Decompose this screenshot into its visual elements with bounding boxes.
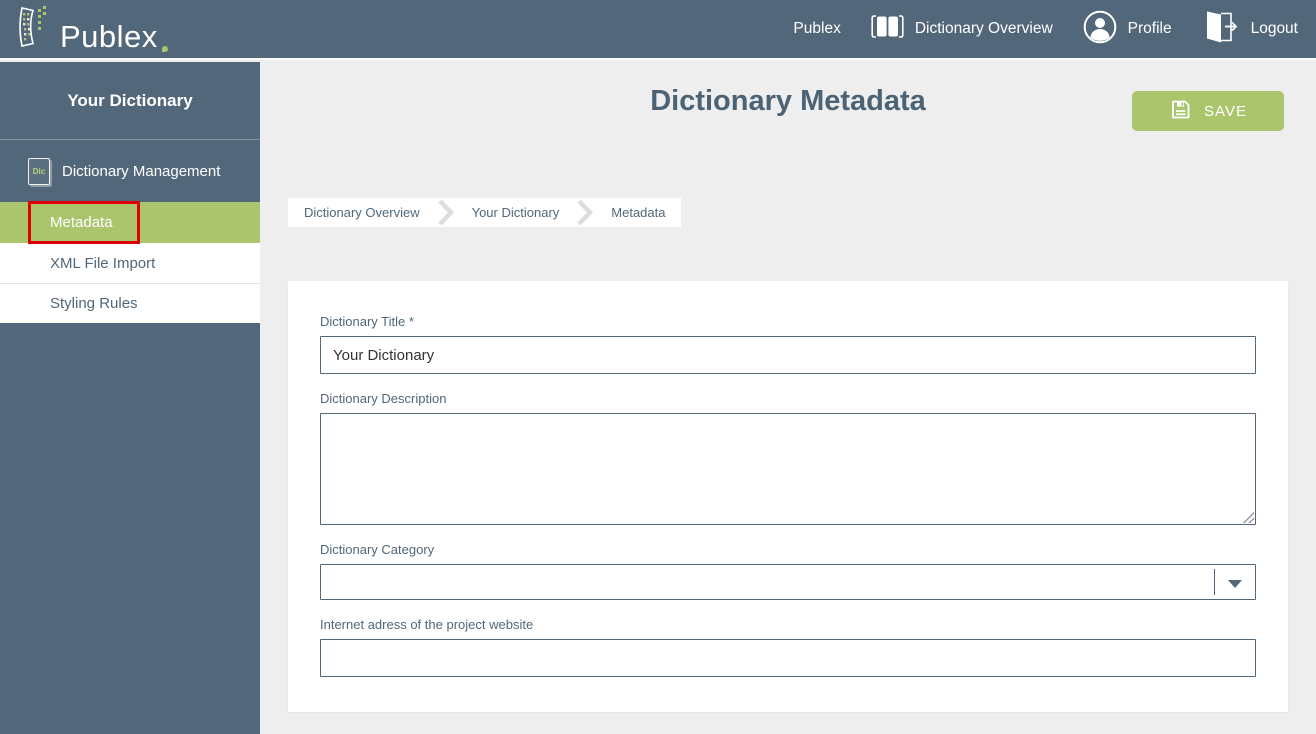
website-address-label: Internet adress of the project website — [320, 617, 1256, 632]
breadcrumb-chevron-icon — [575, 198, 595, 227]
navbar-links: Publex Dictionary Overview — [793, 10, 1302, 49]
save-button[interactable]: SAVE — [1132, 91, 1284, 131]
sidebar-xml-import-label: XML File Import — [50, 255, 155, 272]
dic-document-icon: Dic — [28, 158, 50, 185]
field-dictionary-category: Dictionary Category — [320, 542, 1256, 600]
breadcrumb-metadata[interactable]: Metadata — [595, 205, 681, 220]
nav-item-publex[interactable]: Publex — [793, 20, 840, 38]
logo-green-mark-icon — [162, 46, 168, 52]
dictionary-category-label: Dictionary Category — [320, 542, 1256, 557]
sidebar-item-styling-rules[interactable]: Styling Rules — [0, 283, 260, 323]
dictionary-title-label: Dictionary Title * — [320, 314, 1256, 329]
sidebar-item-xml-file-import[interactable]: XML File Import — [0, 243, 260, 283]
breadcrumb-dictionary-overview[interactable]: Dictionary Overview — [288, 205, 436, 220]
app-logo[interactable]: Publex — [14, 3, 168, 56]
open-book-icon — [871, 14, 904, 45]
sidebar-management-label: Dictionary Management — [62, 163, 220, 180]
nav-publex-label: Publex — [793, 20, 840, 38]
sidebar: Your Dictionary Dic Dictionary Managemen… — [0, 62, 260, 734]
publex-logo-icon — [14, 3, 56, 56]
profile-icon — [1083, 10, 1117, 49]
metadata-form-card: Dictionary Title * Dictionary Descriptio… — [288, 281, 1288, 712]
nav-item-profile[interactable]: Profile — [1083, 10, 1172, 49]
sidebar-dictionary-title: Your Dictionary — [0, 62, 260, 140]
breadcrumb-chevron-icon — [436, 198, 456, 227]
logo-text: Publex — [60, 21, 158, 56]
save-floppy-icon — [1169, 98, 1192, 125]
nav-profile-label: Profile — [1128, 20, 1172, 38]
select-divider — [1214, 569, 1215, 595]
sidebar-item-metadata[interactable]: Metadata — [0, 202, 260, 243]
dictionary-category-select[interactable] — [320, 564, 1256, 600]
nav-item-dictionary-overview[interactable]: Dictionary Overview — [871, 14, 1053, 45]
logout-icon — [1202, 10, 1240, 49]
website-address-input[interactable] — [320, 639, 1256, 677]
breadcrumb: Dictionary Overview Your Dictionary Meta… — [288, 198, 681, 227]
save-button-label: SAVE — [1204, 103, 1247, 120]
main-content: Dictionary Metadata SAVE Dictionary Over… — [260, 62, 1316, 734]
nav-dictionary-overview-label: Dictionary Overview — [915, 20, 1053, 38]
nav-item-logout[interactable]: Logout — [1202, 10, 1298, 49]
breadcrumb-your-dictionary[interactable]: Your Dictionary — [456, 205, 576, 220]
field-dictionary-title: Dictionary Title * — [320, 314, 1256, 374]
dictionary-title-input[interactable] — [320, 336, 1256, 374]
field-dictionary-description: Dictionary Description — [320, 391, 1256, 525]
dictionary-description-label: Dictionary Description — [320, 391, 1256, 406]
sidebar-styling-rules-label: Styling Rules — [50, 295, 138, 312]
dictionary-description-textarea[interactable] — [320, 413, 1256, 525]
select-dropdown-icon — [1228, 580, 1242, 588]
top-navbar: Publex Publex Dictionary Overview — [0, 0, 1316, 60]
field-website-address: Internet adress of the project website — [320, 617, 1256, 677]
sidebar-metadata-label: Metadata — [50, 214, 113, 231]
sidebar-item-dictionary-management[interactable]: Dic Dictionary Management — [0, 140, 260, 202]
nav-logout-label: Logout — [1251, 20, 1298, 38]
